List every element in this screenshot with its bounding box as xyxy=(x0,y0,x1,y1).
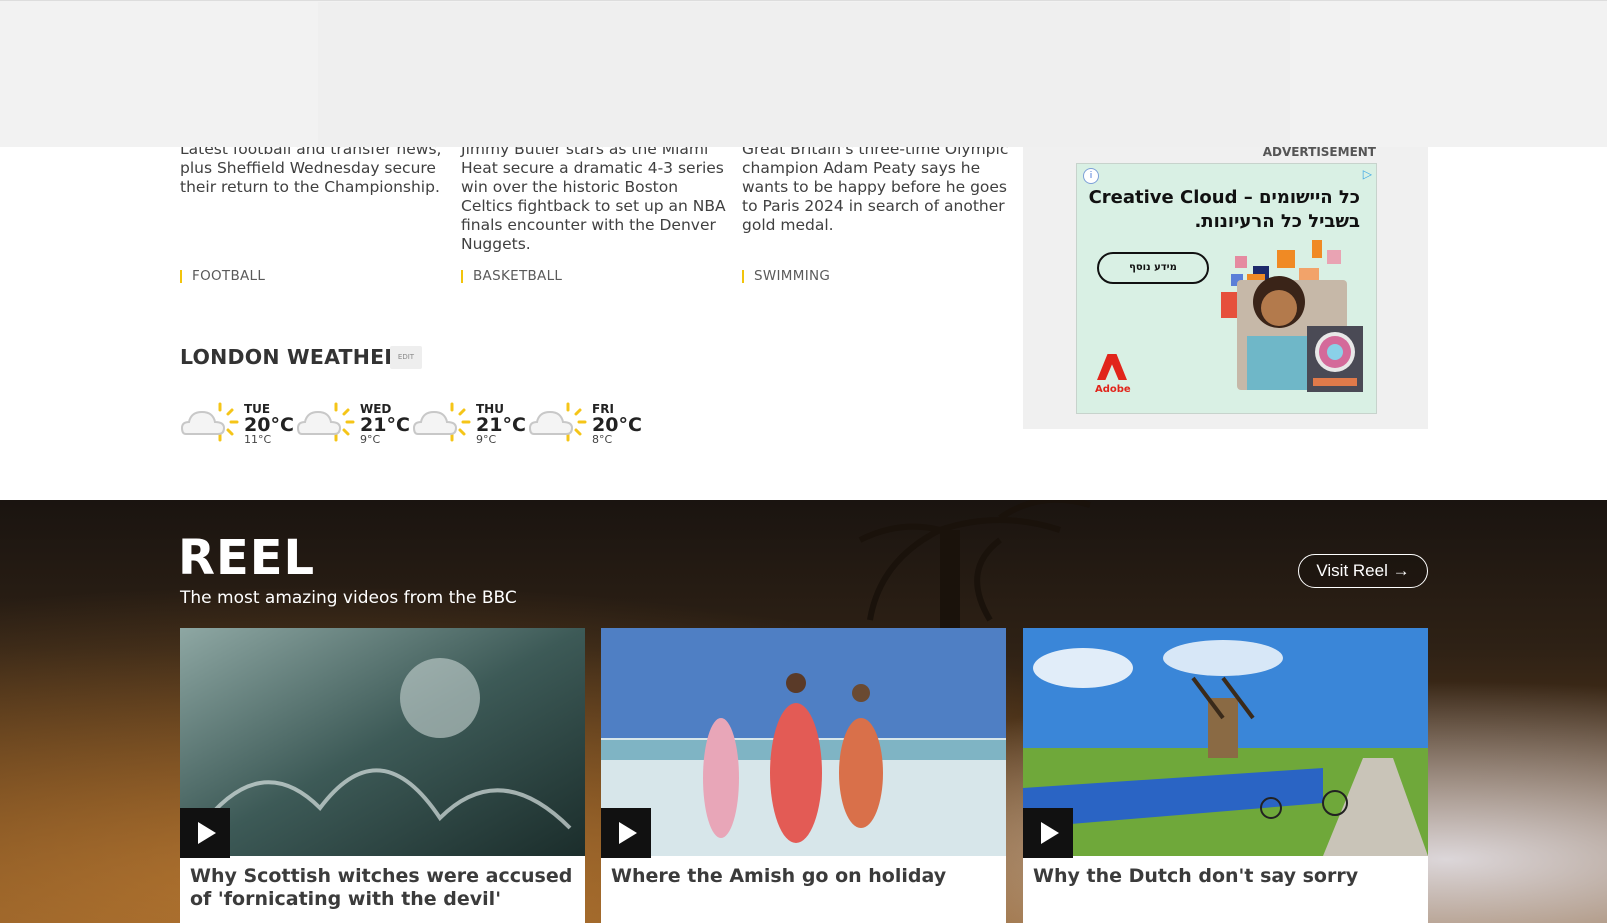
adobe-logo: Adobe xyxy=(1095,354,1131,400)
reel-title[interactable]: REEL xyxy=(178,530,315,586)
weather-edit-button[interactable]: EDIT xyxy=(390,346,422,369)
side-advert: ADVERTISEMENT i ▷ כל היישומים – Creative… xyxy=(1023,142,1428,429)
advert-illustration xyxy=(1221,240,1363,392)
ad-choices-icon[interactable]: ▷ xyxy=(1363,167,1372,181)
weather-low: 11°C xyxy=(244,433,272,446)
sun-cloud-icon xyxy=(180,402,239,442)
visit-reel-button[interactable]: Visit Reel → xyxy=(1298,554,1428,588)
tag-football-link[interactable]: FOOTBALL xyxy=(180,269,265,283)
story-summary-swimming[interactable]: Great Britain's three-time Olympic champ… xyxy=(742,140,1012,235)
reel-card-title: Why Scottish witches were accused of 'fo… xyxy=(190,865,573,910)
advert-learn-more-button[interactable]: מידע נוסף xyxy=(1097,252,1209,284)
reel-card-title: Where the Amish go on holiday xyxy=(611,865,947,887)
advert-label: ADVERTISEMENT xyxy=(1262,145,1376,159)
story-summary-football[interactable]: Latest football and transfer news, plus … xyxy=(180,140,450,197)
top-advert-slot[interactable] xyxy=(318,2,1290,147)
reel-card[interactable]: Why Scottish witches were accused of 'fo… xyxy=(180,628,585,923)
tag-swimming-link[interactable]: SWIMMING xyxy=(742,269,830,283)
reel-card[interactable]: Where the Amish go on holiday xyxy=(601,628,1006,923)
sun-cloud-icon xyxy=(412,402,471,442)
reel-subtitle: The most amazing videos from the BBC xyxy=(180,588,517,608)
advert-headline: כל היישומים – Creative Cloud בשביל כל הר… xyxy=(1088,187,1360,232)
play-icon[interactable] xyxy=(601,808,651,858)
weather-title[interactable]: LONDON WEATHER xyxy=(180,345,400,369)
visit-reel-label: Visit Reel xyxy=(1316,561,1388,580)
weather-day[interactable]: WED 21°C 9°C xyxy=(296,400,411,450)
story-summary-text: Jimmy Butler stars as the Miami Heat sec… xyxy=(461,140,726,253)
reel-card-image xyxy=(1023,628,1428,856)
top-advert-banner[interactable] xyxy=(0,0,1607,147)
story-summary-text: Latest football and transfer news, plus … xyxy=(180,140,442,196)
reel-card-title: Why the Dutch don't say sorry xyxy=(1033,865,1359,887)
advert-creative[interactable]: i ▷ כל היישומים – Creative Cloud בשביל כ… xyxy=(1076,163,1377,414)
story-summary-basketball[interactable]: Jimmy Butler stars as the Miami Heat sec… xyxy=(461,140,731,254)
arrow-right-icon: → xyxy=(1392,561,1410,580)
reel-card[interactable]: Why the Dutch don't say sorry xyxy=(1023,628,1428,923)
weather-low: 8°C xyxy=(592,433,613,446)
reel-card-image xyxy=(180,628,585,856)
weather-low: 9°C xyxy=(476,433,497,446)
tag-basketball-link[interactable]: BASKETBALL xyxy=(461,269,562,283)
weather-day[interactable]: FRI 20°C 8°C xyxy=(528,400,643,450)
weather-low: 9°C xyxy=(360,433,381,446)
play-icon[interactable] xyxy=(180,808,230,858)
story-summary-text: Great Britain's three-time Olympic champ… xyxy=(742,140,1009,234)
weather-day[interactable]: THU 21°C 9°C xyxy=(412,400,527,450)
play-icon[interactable] xyxy=(1023,808,1073,858)
weather-day[interactable]: TUE 20°C 11°C xyxy=(180,400,295,450)
reel-card-image xyxy=(601,628,1006,856)
ad-info-icon[interactable]: i xyxy=(1083,168,1099,184)
sun-cloud-icon xyxy=(296,402,355,442)
sun-cloud-icon xyxy=(528,402,587,442)
reel-section: REEL The most amazing videos from the BB… xyxy=(0,500,1607,923)
